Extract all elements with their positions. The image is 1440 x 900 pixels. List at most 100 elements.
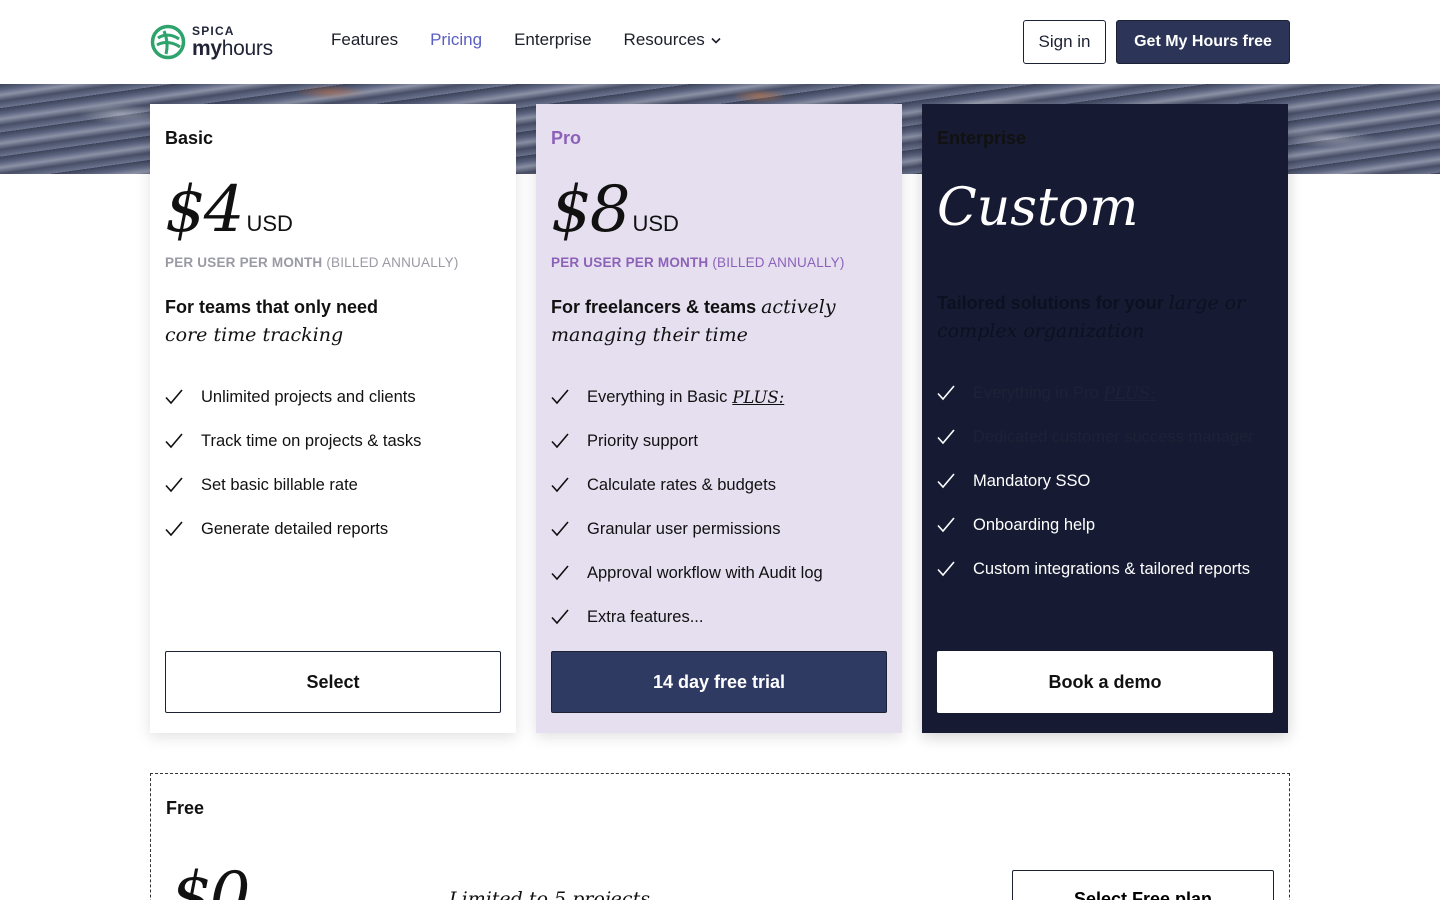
check-icon [551,521,569,537]
plan-name: Free [166,798,205,818]
feature-label: Extra features... [587,607,704,626]
feature-item: Calculate rates & budgets [551,463,823,507]
feature-label: Dedicated customer success manager [973,427,1254,446]
plan-card-free: Free $0 Limited to 5 projects Select Fre… [150,773,1290,900]
plan-card-enterprise: Enterprise Custom Tailored solutions for… [922,104,1288,733]
check-icon [165,477,183,493]
chevron-down-icon [711,37,721,44]
feature-label: Track time on projects & tasks [201,431,422,450]
tagline-bold: For freelancers & teams [551,297,757,317]
plan-price: $0 [171,859,250,900]
feature-label: Calculate rates & budgets [587,475,776,494]
feature-item: Everything in Pro PLUS: [937,371,1254,415]
billing-note: PER USER PER MONTH (BILLED ANNUALLY) [551,255,845,270]
sign-in-button[interactable]: Sign in [1023,20,1106,64]
billing-note: PER USER PER MONTH (BILLED ANNUALLY) [165,255,459,270]
feature-list: Unlimited projects and clients Track tim… [165,375,421,551]
check-icon [551,609,569,625]
logo-wordmark: SPICA myhours [192,25,273,59]
feature-label: Mandatory SSO [973,471,1091,490]
book-demo-button[interactable]: Book a demo [937,651,1273,713]
nav-enterprise[interactable]: Enterprise [514,30,591,50]
nav-resources-label: Resources [623,30,705,49]
feature-item: Granular user permissions [551,507,823,551]
check-icon [165,433,183,449]
plan-price: $4 USD [165,178,293,242]
price-amount: $4 [165,173,244,247]
feature-label: Everything in Basic [587,387,728,406]
check-icon [551,389,569,405]
site-header: SPICA myhours Features Pricing Enterpris… [0,0,1440,84]
get-my-hours-free-button[interactable]: Get My Hours free [1116,20,1290,64]
check-icon [937,429,955,445]
nav-features[interactable]: Features [331,30,398,50]
check-icon [937,517,955,533]
check-icon [551,477,569,493]
plan-tagline: Limited to 5 projects [449,888,650,900]
plan-tagline: Tailored solutions for your large or com… [937,289,1267,345]
plan-name: Basic [165,128,214,148]
plan-price: Custom [937,178,1139,238]
feature-label: Everything in Pro [973,383,1099,402]
billing-annual: (BILLED ANNUALLY) [326,255,459,270]
feature-item: Generate detailed reports [165,507,421,551]
check-icon [937,561,955,577]
plus-label: PLUS: [1103,383,1156,403]
feature-item: Everything in Basic PLUS: [551,375,823,419]
feature-label: Priority support [587,431,698,450]
check-icon [937,473,955,489]
price-currency: USD [632,211,679,236]
feature-label: Custom integrations & tailored reports [973,559,1250,578]
feature-label: Unlimited projects and clients [201,387,416,406]
feature-list: Everything in Pro PLUS: Dedicated custome… [937,371,1254,591]
feature-item: Priority support [551,419,823,463]
plan-card-basic: Basic $4 USD PER USER PER MONTH (BILLED … [150,104,516,733]
plus-label: PLUS: [732,387,785,407]
feature-item: Approval workflow with Audit log [551,551,823,595]
myhours-logo[interactable]: SPICA myhours [150,24,273,60]
feature-label: Onboarding help [973,515,1096,534]
check-icon [937,385,955,401]
tagline-bold: For teams that only need [165,297,379,317]
feature-item: Track time on projects & tasks [165,419,421,463]
nav-resources[interactable]: Resources [624,30,721,50]
feature-item: Dedicated customer success manager [937,415,1254,459]
select-free-plan-button[interactable]: Select Free plan [1012,870,1274,900]
tagline-bold: Tailored solutions for your [937,293,1164,313]
logo-product-suffix: hours [221,37,273,60]
check-icon [165,389,183,405]
feature-label: Set basic billable rate [201,475,358,494]
logo-company: SPICA [192,24,235,38]
price-amount: $8 [551,173,630,247]
free-trial-button[interactable]: 14 day free trial [551,651,887,713]
feature-item: Mandatory SSO [937,459,1254,503]
feature-item: Onboarding help [937,503,1254,547]
feature-label: Granular user permissions [587,519,781,538]
tagline-italic: core time tracking [165,324,344,346]
feature-label: Approval workflow with Audit log [587,563,823,582]
plan-tagline: For teams that only need core time track… [165,293,495,349]
select-basic-button[interactable]: Select [165,651,501,713]
plan-price: $8 USD [551,178,679,242]
billing-annual: (BILLED ANNUALLY) [712,255,845,270]
price-currency: USD [246,211,293,236]
feature-item: Custom integrations & tailored reports [937,547,1254,591]
billing-period: PER USER PER MONTH [551,255,709,270]
plan-tagline: For freelancers & teams actively managin… [551,293,881,349]
logo-mark-icon [150,24,186,60]
logo-product: myhours [192,38,273,59]
check-icon [551,433,569,449]
nav-pricing[interactable]: Pricing [430,30,482,50]
feature-item: Extra features... [551,595,823,639]
logo-product-prefix: my [192,37,222,60]
main-nav: Features Pricing Enterprise Resources [331,30,721,50]
plan-name: Enterprise [937,128,1027,148]
feature-label: Generate detailed reports [201,519,389,538]
feature-item: Set basic billable rate [165,463,421,507]
check-icon [551,565,569,581]
feature-list: Everything in Basic PLUS: Priority suppor… [551,375,823,639]
plan-name: Pro [551,128,582,148]
feature-item: Unlimited projects and clients [165,375,421,419]
check-icon [165,521,183,537]
plan-card-pro: Pro $8 USD PER USER PER MONTH (BILLED AN… [536,104,902,733]
